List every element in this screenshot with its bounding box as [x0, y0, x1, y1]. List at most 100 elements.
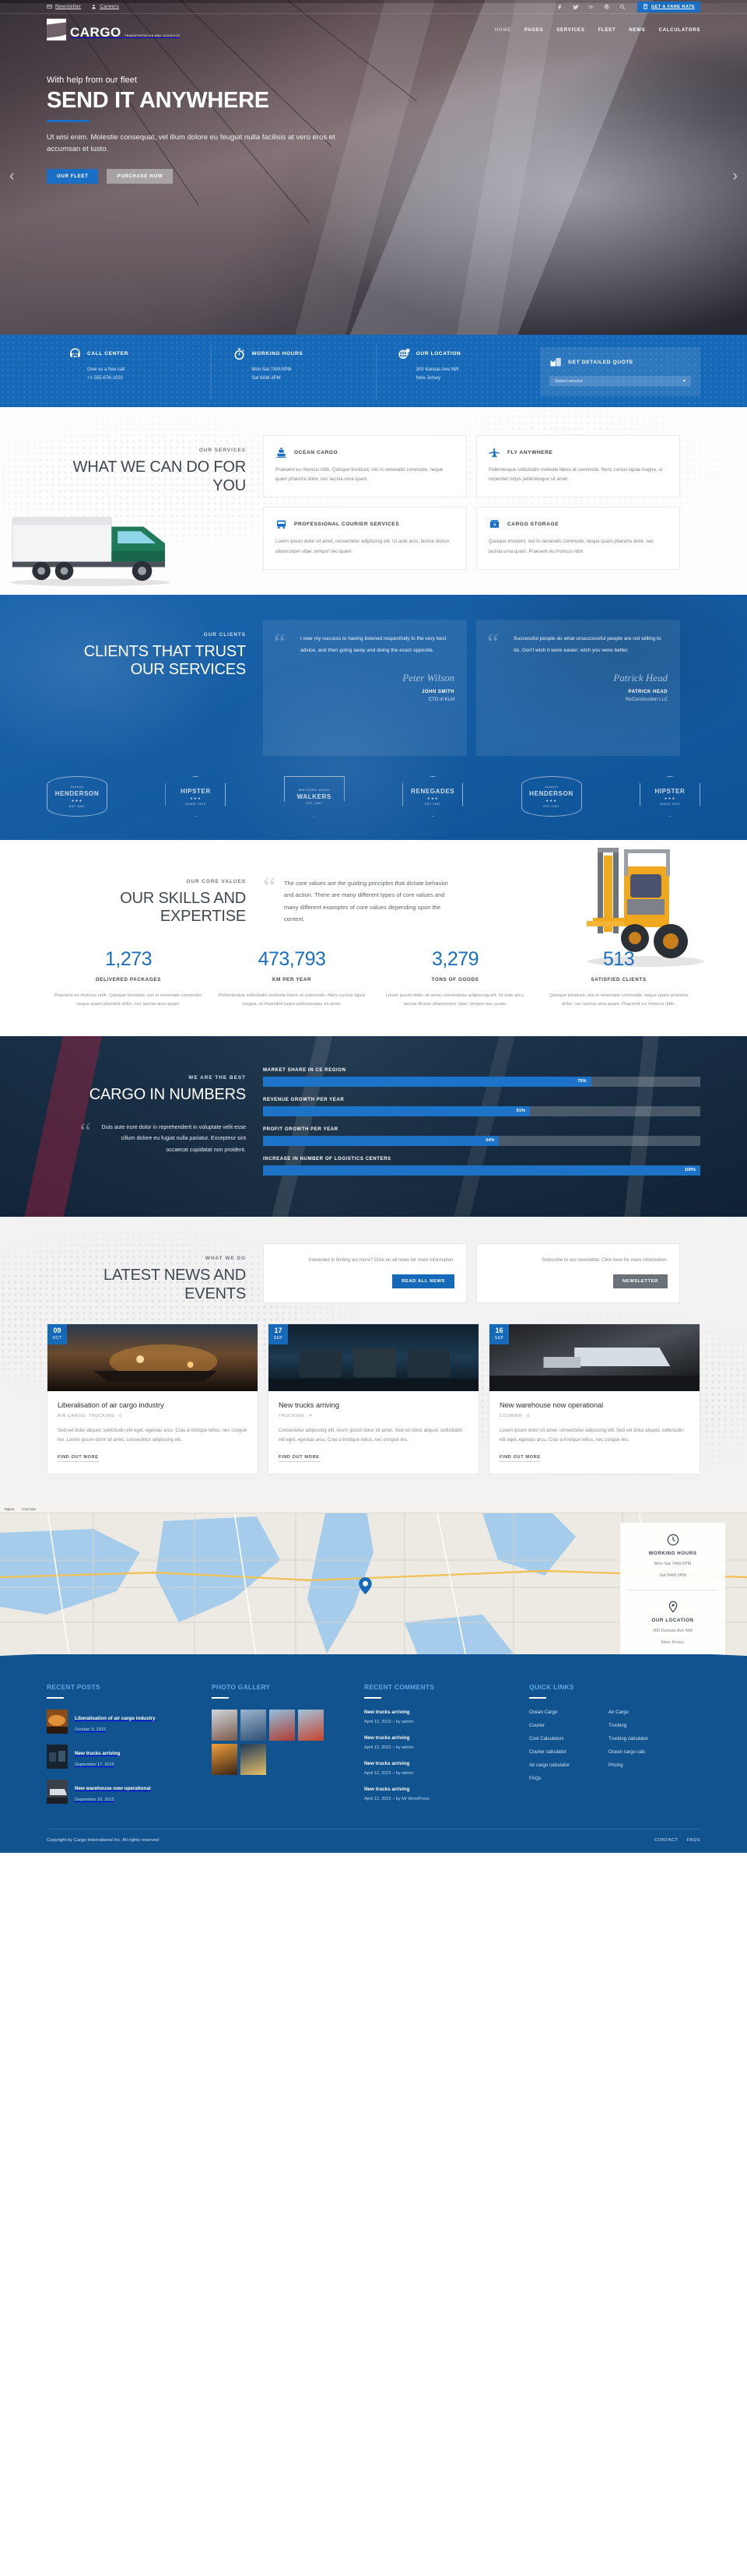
progress-bar-fill: 54% [263, 1135, 500, 1146]
gallery-thumb[interactable] [240, 1744, 266, 1776]
numbers-kicker: WE ARE THE BEST [188, 1074, 246, 1081]
nav-item-calculators[interactable]: CALCULATORS [658, 27, 700, 33]
careers-link[interactable]: Careers [91, 4, 119, 9]
service-card[interactable]: FLY ANYWHERE Pellentesque sollicitudin m… [476, 435, 680, 498]
stat-text: Praesent eu rhoncus nibh. Quisque tincid… [54, 993, 203, 1007]
newsletter-label: Newsletter [55, 4, 82, 9]
footer-contact-link[interactable]: CONTACT [654, 1838, 679, 1843]
quick-link[interactable]: FAQs [529, 1776, 608, 1781]
footer-links-title: QUICK LINKS [529, 1682, 574, 1691]
nav-item-fleet[interactable]: FLEET [598, 27, 616, 33]
news-card[interactable]: 17 SEP New trucks arriving TRUCKING 4 Con… [268, 1323, 479, 1474]
read-all-news-button[interactable]: READ ALL NEWS [392, 1274, 454, 1288]
map-tab-satellite[interactable]: Спутник [22, 1507, 35, 1511]
nav-item-services[interactable]: SERVICES [556, 27, 584, 33]
footer-faqs-link[interactable]: FAQS [687, 1838, 700, 1843]
service-card[interactable]: CARGO STORAGE Quisque tincidunt, nisi in… [476, 507, 680, 570]
quick-link[interactable]: Courier calculator [529, 1749, 608, 1755]
service-card-text: Praesent eu rhoncus nibh. Quisque tincid… [275, 467, 444, 483]
news-card[interactable]: 16 SEP New warehouse now operational COU… [489, 1323, 700, 1474]
clients-heading: OUR CLIENTS CLIENTS THAT TRUST OUR SERVI… [47, 620, 263, 756]
newsletter-link[interactable]: Newsletter [47, 4, 81, 9]
quick-link[interactable]: Cost Calculators [529, 1736, 608, 1741]
newsletter-button[interactable]: NEWSLETTER [612, 1274, 668, 1288]
quick-link[interactable]: Air cargo calculator [529, 1762, 608, 1768]
progress-bar-value: 75% [577, 1079, 587, 1084]
footer-comment-item[interactable]: New trucks arriving April 12, 2023 – by … [364, 1761, 517, 1776]
gallery-thumb[interactable] [269, 1710, 295, 1741]
progress-bar-label: MARKET SHARE IN CE REGION [263, 1067, 346, 1073]
facebook-icon[interactable] [557, 3, 564, 10]
quick-link[interactable]: Trucking calculator [608, 1736, 688, 1741]
quick-link[interactable]: Pricing [608, 1762, 688, 1768]
quote-icon: “ [263, 870, 276, 904]
footer-comment-item[interactable]: New trucks arriving April 12, 2023 – by … [364, 1710, 517, 1724]
our-fleet-button[interactable]: OUR FLEET [47, 169, 99, 185]
map-pin-marker[interactable] [359, 1576, 372, 1594]
footer-post-thumb [47, 1745, 68, 1769]
map-section[interactable]: Карта Спутник WORKING HOURS Mon-Sat 7AM-… [0, 1505, 747, 1661]
footer-comment-item[interactable]: New trucks arriving April 12, 2023 – by … [364, 1735, 517, 1750]
footer-rule [47, 1696, 64, 1699]
footer-post-item[interactable]: New trucks arriving September 17, 2015 [47, 1745, 199, 1769]
search-icon[interactable] [619, 3, 626, 10]
twitter-icon[interactable] [573, 3, 580, 10]
find-out-more-link[interactable]: FIND OUT MORE [58, 1455, 99, 1462]
progress-bar-track: 54% [263, 1135, 700, 1146]
quick-link[interactable]: Trucking [608, 1723, 688, 1728]
google-plus-icon[interactable] [588, 3, 595, 10]
get-fare-rate-button[interactable]: GET A FARE RATE [637, 1, 700, 12]
site-footer: RECENT POSTS Liberalisation of air cargo… [0, 1661, 747, 1854]
progress-bar-item: INCREASE IN NUMBER OF LOGISTICS CENTERS … [263, 1156, 700, 1176]
logo-tagline: TRANSPORTATION AND LOGISTICS [124, 34, 181, 37]
footer-comments-title: RECENT COMMENTS [364, 1682, 435, 1691]
stat-item: 1,273 DELIVERED PACKAGES Praesent eu rho… [47, 948, 210, 1010]
gallery-thumb[interactable] [212, 1710, 237, 1741]
gallery-thumb[interactable] [298, 1710, 324, 1741]
purchase-now-button[interactable]: PURCHASE NOW [107, 169, 174, 185]
slider-prev-arrow[interactable]: ‹ [9, 167, 15, 185]
nav-item-news[interactable]: NEWS [629, 27, 645, 33]
news-title-text: New warehouse now operational [500, 1400, 604, 1410]
client-logo: WRITERS HEAD WALKERS EST 1967 [283, 775, 345, 817]
nav-item-pages[interactable]: PAGES [524, 27, 543, 33]
find-out-more-link[interactable]: FIND OUT MORE [279, 1455, 320, 1462]
news-day: 17 [274, 1327, 282, 1335]
news-comment-count: 0 [527, 1414, 530, 1419]
quick-link[interactable]: Ocean Cargo [529, 1710, 608, 1715]
news-thumbnail: 17 SEP [268, 1324, 479, 1392]
quick-link[interactable]: Air Cargo [608, 1710, 688, 1715]
quick-link[interactable]: Ocean cargo calc [608, 1749, 688, 1755]
find-out-more-link[interactable]: FIND OUT MORE [500, 1455, 541, 1462]
testimonial-quote: I owe my success to having listened resp… [300, 635, 447, 653]
site-logo[interactable]: CARGO TRANSPORTATION AND LOGISTICS [47, 19, 180, 40]
footer-post-item[interactable]: New warehouse now operational September 1… [47, 1780, 199, 1805]
service-card[interactable]: PROFESSIONAL COURIER SERVICES Lorem ipsu… [263, 507, 467, 570]
footer-comment-item[interactable]: New trucks arriving April 12, 2023 – by … [364, 1787, 517, 1801]
slider-next-arrow[interactable]: › [732, 167, 738, 185]
map-info-panel: WORKING HOURS Mon-Sat 7AM-5PM Sat 9AM-3P… [620, 1522, 725, 1659]
footer-comment-date: April 12, 2023 – by Mr WordPress [364, 1797, 430, 1802]
map-tab-map[interactable]: Карта [5, 1507, 14, 1511]
footer-bottom-bar: Copyright by Cargo International Inc. Al… [47, 1829, 700, 1853]
progress-bar-track: 100% [263, 1165, 700, 1176]
client-logos: Joseph HENDERSON ★★★ EST 1967 HIPSTER ★★… [47, 756, 700, 840]
footer-post-item[interactable]: Liberalisation of air cargo industry Octo… [47, 1710, 199, 1734]
stopwatch-icon [234, 348, 245, 360]
stat-text: Lorem ipsum dolor sit amet, consectetur … [385, 993, 525, 1007]
info-bar: CALL CENTER Give us a free call +1 555-6… [0, 335, 747, 407]
news-title: LATEST NEWS AND EVENTS [103, 1266, 246, 1302]
map-toolbar[interactable]: Карта Спутник [0, 1505, 747, 1513]
gallery-thumb[interactable] [240, 1710, 266, 1741]
pinterest-icon[interactable] [604, 3, 611, 10]
select-service-dropdown[interactable]: Select service ▾ [549, 376, 691, 386]
nav-item-home[interactable]: HOME [495, 27, 511, 33]
stat-number: 473,793 [258, 947, 326, 970]
quick-link[interactable]: Courier [529, 1723, 608, 1728]
service-card[interactable]: OCEAN CARGO Praesent eu rhoncus nibh. Qu… [263, 435, 467, 498]
gallery-thumb[interactable] [212, 1744, 237, 1776]
footer-recent-posts-title: RECENT POSTS [47, 1682, 100, 1691]
news-categories: TRUCKING [279, 1414, 305, 1419]
footer-rule [529, 1696, 546, 1699]
news-card[interactable]: 09 OCT Liberalisation of air cargo indus… [47, 1323, 258, 1474]
